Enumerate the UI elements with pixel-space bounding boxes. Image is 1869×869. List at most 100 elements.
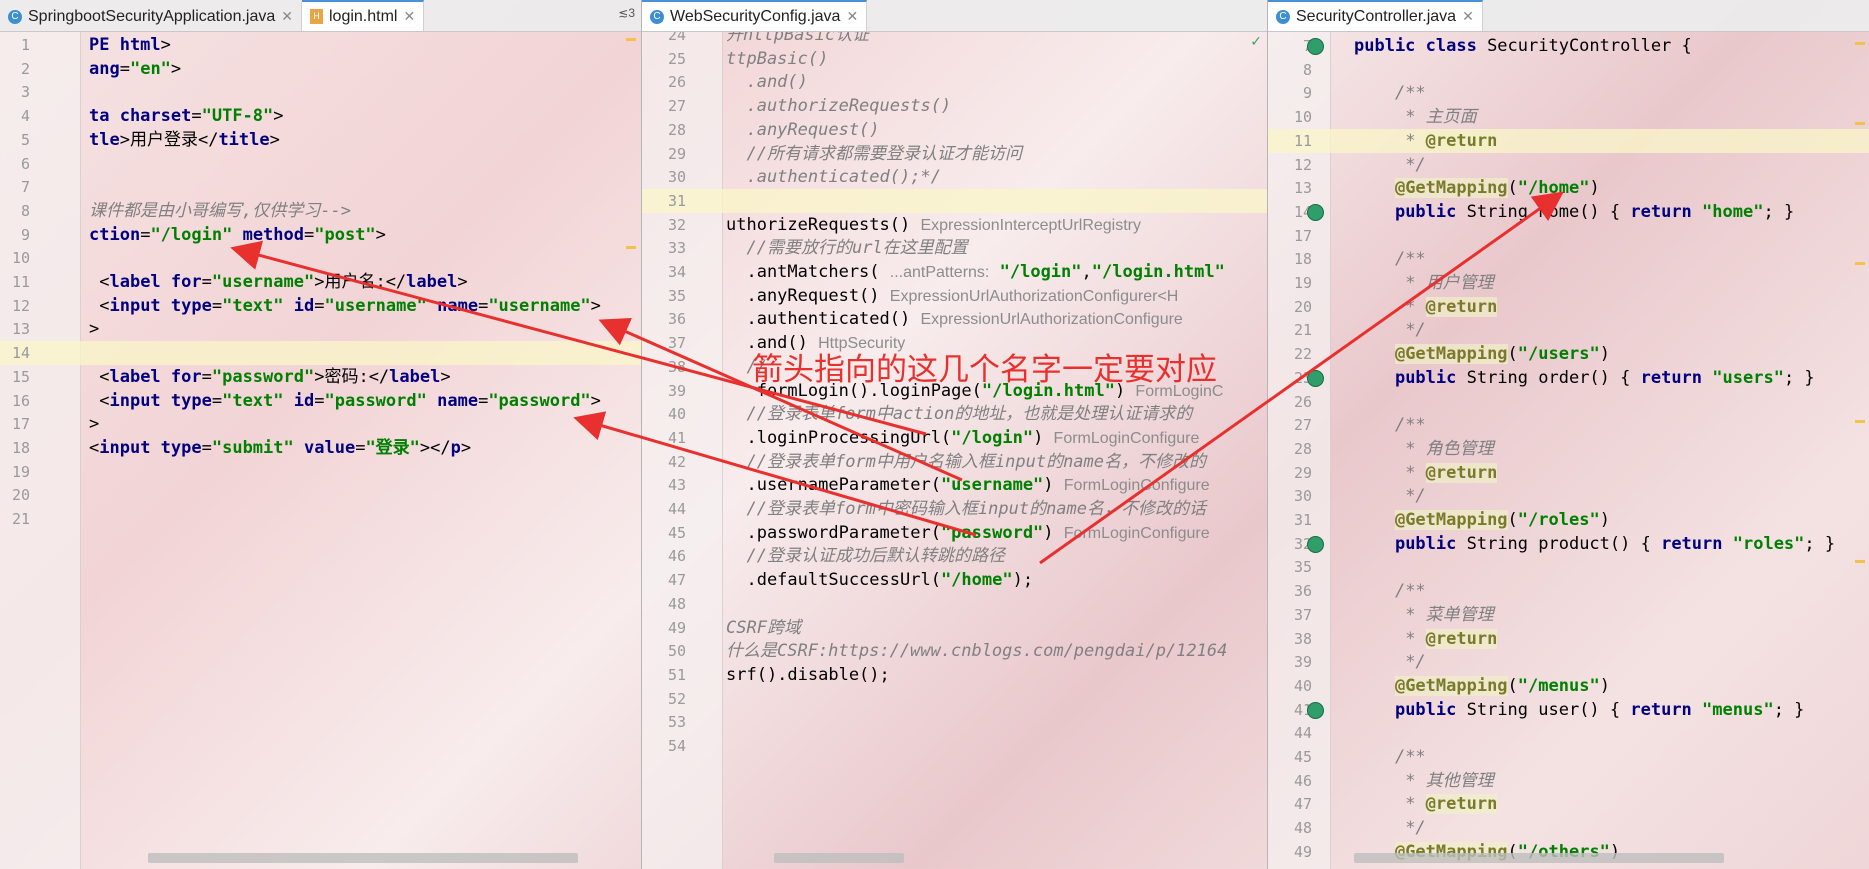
warning-marker[interactable] bbox=[1855, 262, 1865, 265]
code-line[interactable]: 35 bbox=[1268, 555, 1869, 579]
editor-pane-websecurityconfig[interactable]: 24 开httpBasic认证 25 ttpBasic() 26 .and() 27 .a… bbox=[641, 0, 1268, 869]
code-line[interactable]: 34 .antMatchers( ...antPatterns: "/login… bbox=[642, 260, 1268, 284]
editor-tab[interactable]: C WebSecurityConfig.java ✕ bbox=[642, 0, 868, 31]
code-line[interactable]: 52 bbox=[642, 687, 1268, 711]
code-line[interactable]: 7 bbox=[0, 175, 641, 199]
spring-bean-icon[interactable] bbox=[1307, 701, 1324, 719]
close-tab-icon[interactable]: ✕ bbox=[281, 8, 293, 25]
editor-pane-securitycontroller[interactable]: 7 public class SecurityController {8 9 /**… bbox=[1267, 0, 1869, 869]
code-area[interactable]: 1 PE html> 2 ang="en"> 3 4 ta charset="UTF-8">… bbox=[0, 31, 641, 869]
editor-pane-login-html[interactable]: 1 PE html> 2 ang="en"> 3 4 ta charset="UTF-8">… bbox=[0, 0, 641, 869]
code-line[interactable]: 45 /** bbox=[1268, 745, 1869, 769]
code-line[interactable]: 21 bbox=[0, 507, 641, 531]
code-line[interactable]: 26 .and() bbox=[642, 70, 1268, 94]
code-line[interactable]: 48 bbox=[642, 592, 1268, 616]
code-line[interactable]: 33 //需要放行的url在这里配置 bbox=[642, 236, 1268, 260]
horizontal-scrollbar[interactable] bbox=[148, 853, 578, 863]
editor-tab[interactable]: C SpringbootSecurityApplication.java ✕ bbox=[0, 2, 302, 31]
warning-marker[interactable] bbox=[1855, 560, 1865, 563]
code-line[interactable]: 32 uthorizeRequests() ExpressionIntercept… bbox=[642, 213, 1268, 237]
code-line[interactable]: 29 //所有请求都需要登录认证才能访问 bbox=[642, 142, 1268, 166]
code-line[interactable]: 28 .anyRequest() bbox=[642, 118, 1268, 142]
code-line[interactable]: 11 * @return bbox=[1268, 128, 1869, 153]
tab-count[interactable]: ≲3 bbox=[618, 6, 635, 20]
code-line[interactable]: 18 /** bbox=[1268, 247, 1869, 271]
code-line[interactable]: 15 <label for="password">密码:</label> bbox=[0, 365, 641, 389]
spring-bean-icon[interactable] bbox=[1307, 535, 1324, 553]
horizontal-scrollbar[interactable] bbox=[1354, 853, 1724, 863]
spring-bean-icon[interactable] bbox=[1307, 369, 1324, 387]
code-line[interactable]: 19 bbox=[0, 460, 641, 484]
code-area[interactable]: 24 开httpBasic认证 25 ttpBasic() 26 .and() 27 .a… bbox=[642, 25, 1268, 869]
code-line[interactable]: 27 /** bbox=[1268, 413, 1869, 437]
code-line[interactable]: 27 .authorizeRequests() bbox=[642, 94, 1268, 118]
warning-marker[interactable] bbox=[626, 38, 636, 41]
code-line[interactable]: 32 public String product() { return "rol… bbox=[1268, 532, 1869, 556]
code-line[interactable]: 38 * @return bbox=[1268, 627, 1869, 651]
code-line[interactable]: 49 CSRF跨域 bbox=[642, 616, 1268, 640]
code-line[interactable]: 8 课件都是由小哥编写,仅供学习--> bbox=[0, 199, 641, 223]
code-line[interactable]: 12 <input type="text" id="username" name… bbox=[0, 294, 641, 318]
code-line[interactable]: 16 <input type="text" id="password" name… bbox=[0, 389, 641, 413]
code-line[interactable]: 26 bbox=[1268, 390, 1869, 414]
code-line[interactable]: 30 .authenticated();*/ bbox=[642, 165, 1268, 189]
code-line[interactable]: 9 /** bbox=[1268, 81, 1869, 105]
close-tab-icon[interactable]: ✕ bbox=[403, 8, 415, 25]
code-line[interactable]: 47 .defaultSuccessUrl("/home"); bbox=[642, 568, 1268, 592]
code-line[interactable]: 23 public String order() { return "users… bbox=[1268, 366, 1869, 390]
code-line[interactable]: 11 <label for="username">用户名:</label> bbox=[0, 270, 641, 294]
code-line[interactable]: 13 @GetMapping("/home") bbox=[1268, 176, 1869, 200]
code-line[interactable]: 41 public String user() { return "menus"… bbox=[1268, 698, 1869, 722]
editor-tab[interactable]: C SecurityController.java ✕ bbox=[1268, 0, 1483, 31]
code-line[interactable]: 31 @GetMapping("/roles") bbox=[1268, 508, 1869, 532]
code-line[interactable]: 10 bbox=[0, 246, 641, 270]
horizontal-scrollbar[interactable] bbox=[774, 853, 904, 863]
code-line[interactable]: 4 ta charset="UTF-8"> bbox=[0, 104, 641, 128]
editor-tab[interactable]: Hlogin.html ✕ bbox=[302, 0, 425, 31]
code-area[interactable]: 7 public class SecurityController {8 9 /**… bbox=[1268, 31, 1869, 869]
code-line[interactable]: 51 srf().disable(); bbox=[642, 663, 1268, 687]
code-line[interactable]: 17 bbox=[1268, 224, 1869, 248]
code-line[interactable]: 54 bbox=[642, 734, 1268, 758]
code-line[interactable]: 40 @GetMapping("/menus") bbox=[1268, 674, 1869, 698]
code-line[interactable]: 46 //登录认证成功后默认转跳的路径 bbox=[642, 544, 1268, 568]
code-line[interactable]: 44 bbox=[1268, 721, 1869, 745]
code-line[interactable]: 18 <input type="submit" value="登录"></p> bbox=[0, 436, 641, 460]
code-line[interactable]: 21 */ bbox=[1268, 318, 1869, 342]
code-line[interactable]: 17 > bbox=[0, 412, 641, 436]
code-line[interactable]: 40 //登录表单form中action的地址，也就是处理认证请求的 bbox=[642, 402, 1268, 426]
code-line[interactable]: 5 tle>用户登录</title> bbox=[0, 128, 641, 152]
code-line[interactable]: 53 bbox=[642, 710, 1268, 734]
warning-marker[interactable] bbox=[1855, 122, 1865, 125]
code-line[interactable]: 31 bbox=[642, 188, 1268, 213]
code-line[interactable]: 36 .authenticated() ExpressionUrlAuthori… bbox=[642, 307, 1268, 331]
code-line[interactable]: 41 .loginProcessingUrl("/login") FormLog… bbox=[642, 426, 1268, 450]
code-line[interactable]: 39 */ bbox=[1268, 650, 1869, 674]
code-line[interactable]: 45 .passwordParameter("password") FormLo… bbox=[642, 521, 1268, 545]
code-line[interactable]: 28 * 角色管理 bbox=[1268, 437, 1869, 461]
warning-marker[interactable] bbox=[1855, 420, 1865, 423]
code-line[interactable]: 43 .usernameParameter("username") FormLo… bbox=[642, 473, 1268, 497]
code-line[interactable]: 6 bbox=[0, 152, 641, 176]
code-line[interactable]: 48 */ bbox=[1268, 816, 1869, 840]
code-line[interactable]: 7 public class SecurityController { bbox=[1268, 34, 1869, 58]
code-line[interactable]: 42 //登录表单form中用户名输入框input的name名，不修改的 bbox=[642, 450, 1268, 474]
code-line[interactable]: 10 * 主页面 bbox=[1268, 105, 1869, 129]
code-line[interactable]: 37 * 菜单管理 bbox=[1268, 603, 1869, 627]
code-line[interactable]: 2 ang="en"> bbox=[0, 57, 641, 81]
spring-bean-icon[interactable] bbox=[1307, 203, 1324, 221]
code-line[interactable]: 50 什么是CSRF:https://www.cnblogs.com/pengda… bbox=[642, 639, 1268, 663]
spring-bean-icon[interactable] bbox=[1307, 38, 1324, 55]
code-line[interactable]: 30 */ bbox=[1268, 484, 1869, 508]
code-line[interactable]: 20 bbox=[0, 483, 641, 507]
code-line[interactable]: 19 * 用户管理 bbox=[1268, 271, 1869, 295]
code-line[interactable]: 8 bbox=[1268, 58, 1869, 82]
close-tab-icon[interactable]: ✕ bbox=[1462, 8, 1474, 25]
code-line[interactable]: 14 public String home() { return "home";… bbox=[1268, 200, 1869, 224]
code-line[interactable]: 9 ction="/login" method="post"> bbox=[0, 223, 641, 247]
code-line[interactable]: 1 PE html> bbox=[0, 33, 641, 57]
close-tab-icon[interactable]: ✕ bbox=[846, 8, 858, 25]
code-line[interactable]: 35 .anyRequest() ExpressionUrlAuthorizat… bbox=[642, 284, 1268, 308]
code-line[interactable]: 22 @GetMapping("/users") bbox=[1268, 342, 1869, 366]
code-line[interactable]: 25 ttpBasic() bbox=[642, 47, 1268, 71]
